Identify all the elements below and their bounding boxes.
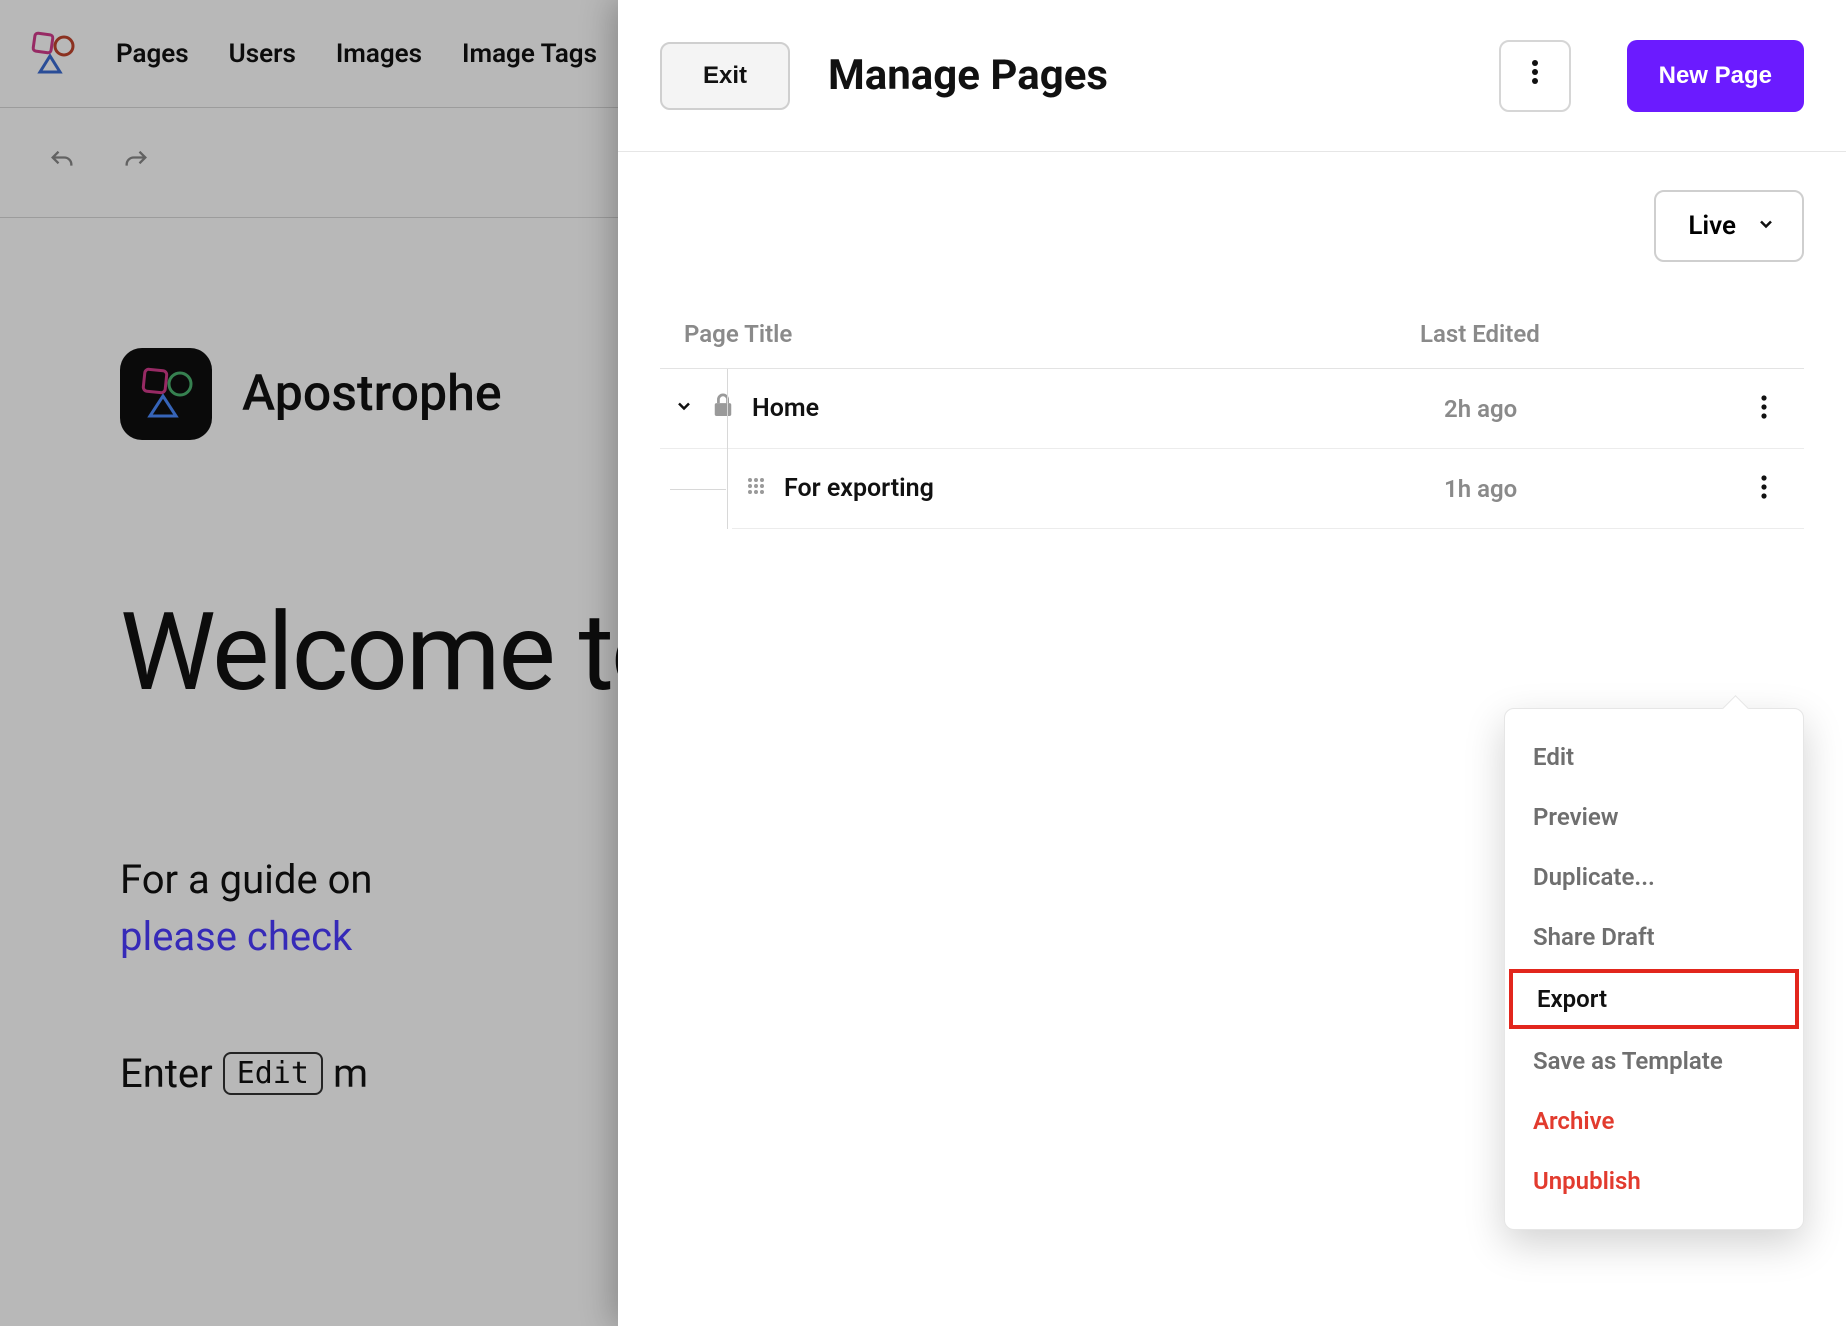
panel-title: Manage Pages [828, 51, 1461, 100]
tree-branch-line [670, 489, 726, 490]
row-title: For exporting [784, 474, 934, 503]
menu-item-preview[interactable]: Preview [1505, 787, 1803, 847]
menu-item-share-draft[interactable]: Share Draft [1505, 907, 1803, 967]
row-last-edited: 2h ago [1444, 395, 1724, 423]
row-actions-button[interactable] [1724, 394, 1804, 424]
menu-item-export[interactable]: Export [1509, 969, 1799, 1029]
col-page-title: Page Title [684, 320, 1420, 348]
menu-item-edit[interactable]: Edit [1505, 727, 1803, 787]
row-context-menu: Edit Preview Duplicate... Share Draft Ex… [1504, 708, 1804, 1230]
col-last-edited: Last Edited [1420, 320, 1700, 348]
row-title: Home [752, 394, 819, 423]
table-header: Page Title Last Edited [660, 320, 1804, 369]
page-tree: Home 2h ago For exporting [660, 369, 1804, 529]
drag-handle-icon[interactable] [746, 474, 766, 503]
status-filter-label: Live [1688, 211, 1736, 241]
vertical-dots-icon [1760, 474, 1768, 504]
panel-body: Live Page Title Last Edited [618, 152, 1846, 1326]
new-page-button[interactable]: New Page [1627, 40, 1804, 112]
collapse-caret-icon[interactable] [674, 394, 694, 423]
menu-item-archive[interactable]: Archive [1505, 1091, 1803, 1151]
exit-button[interactable]: Exit [660, 42, 790, 110]
menu-item-duplicate[interactable]: Duplicate... [1505, 847, 1803, 907]
chevron-down-icon [1756, 211, 1776, 241]
vertical-dots-icon [1531, 59, 1539, 92]
status-filter-dropdown[interactable]: Live [1654, 190, 1804, 262]
menu-item-unpublish[interactable]: Unpublish [1505, 1151, 1803, 1211]
table-row[interactable]: For exporting 1h ago [732, 449, 1804, 529]
manage-pages-panel: Exit Manage Pages New Page Live Page Tit… [618, 0, 1846, 1326]
lock-icon [712, 392, 734, 425]
table-row[interactable]: Home 2h ago [660, 369, 1804, 449]
panel-more-button[interactable] [1499, 40, 1571, 112]
row-last-edited: 1h ago [1444, 475, 1724, 503]
row-actions-button[interactable] [1724, 474, 1804, 504]
panel-header: Exit Manage Pages New Page [618, 0, 1846, 152]
vertical-dots-icon [1760, 394, 1768, 424]
menu-item-save-template[interactable]: Save as Template [1505, 1031, 1803, 1091]
